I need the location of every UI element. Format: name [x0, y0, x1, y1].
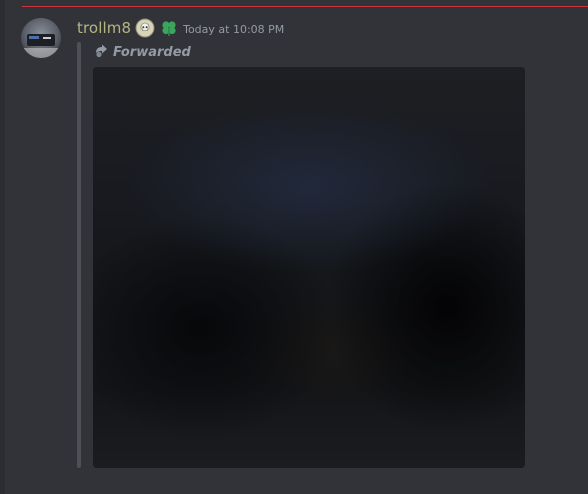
left-gutter	[0, 0, 5, 494]
new-messages-divider	[22, 6, 588, 7]
forwarded-label: Forwarded	[113, 44, 191, 60]
forward-quote-bar	[77, 42, 81, 468]
forwarded-indicator: Forwarded	[93, 43, 191, 61]
avatar[interactable]	[21, 18, 61, 58]
message-header: trollm8 Today at 10:08 PM	[77, 17, 284, 39]
avatar-image	[21, 18, 61, 58]
username[interactable]: trollm8	[77, 19, 131, 37]
image-blur-layer	[93, 67, 525, 468]
message-timestamp[interactable]: Today at 10:08 PM	[183, 23, 284, 36]
image-attachment[interactable]	[93, 67, 525, 468]
skull-badge-icon[interactable]	[135, 18, 155, 38]
forward-icon	[93, 42, 109, 62]
clover-badge-icon[interactable]	[159, 18, 179, 38]
